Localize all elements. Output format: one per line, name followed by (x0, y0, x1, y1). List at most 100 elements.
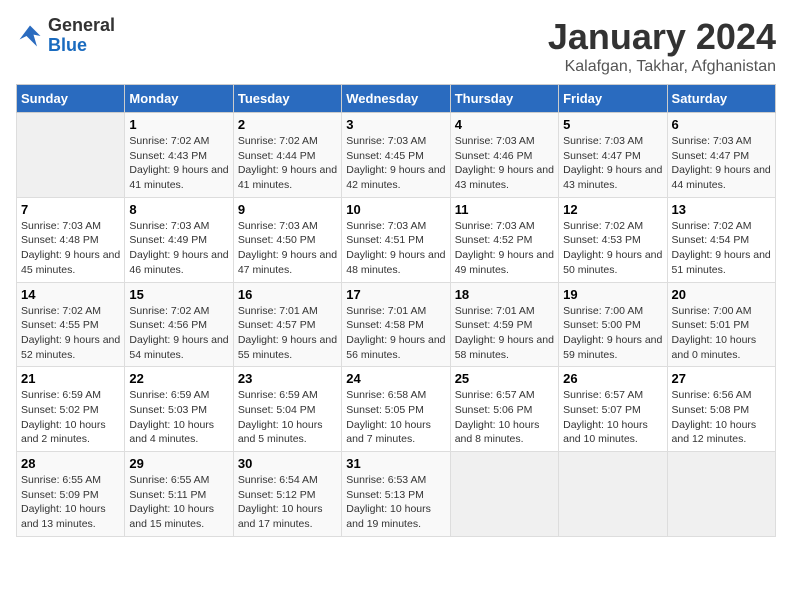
day-info: Sunrise: 7:01 AMSunset: 4:59 PMDaylight:… (455, 304, 554, 363)
day-number: 17 (346, 287, 445, 302)
calendar-cell: 11 Sunrise: 7:03 AMSunset: 4:52 PMDayligh… (450, 197, 558, 282)
calendar-header-row: SundayMondayTuesdayWednesdayThursdayFrid… (17, 85, 776, 113)
logo-blue: Blue (48, 36, 115, 56)
sub-title: Kalafgan, Takhar, Afghanistan (548, 58, 776, 76)
day-number: 26 (563, 371, 662, 386)
day-info: Sunrise: 7:02 AMSunset: 4:44 PMDaylight:… (238, 134, 337, 193)
calendar-cell: 5 Sunrise: 7:03 AMSunset: 4:47 PMDaylight… (559, 113, 667, 198)
calendar-cell: 16 Sunrise: 7:01 AMSunset: 4:57 PMDayligh… (233, 282, 341, 367)
day-number: 18 (455, 287, 554, 302)
calendar-cell: 20 Sunrise: 7:00 AMSunset: 5:01 PMDayligh… (667, 282, 775, 367)
day-info: Sunrise: 7:02 AMSunset: 4:43 PMDaylight:… (129, 134, 228, 193)
title-block: January 2024 Kalafgan, Takhar, Afghanist… (548, 16, 776, 76)
day-number: 2 (238, 117, 337, 132)
day-info: Sunrise: 6:59 AMSunset: 5:03 PMDaylight:… (129, 388, 228, 447)
day-number: 22 (129, 371, 228, 386)
calendar-week-row: 7 Sunrise: 7:03 AMSunset: 4:48 PMDaylight… (17, 197, 776, 282)
day-info: Sunrise: 7:03 AMSunset: 4:47 PMDaylight:… (672, 134, 771, 193)
day-number: 10 (346, 202, 445, 217)
day-number: 14 (21, 287, 120, 302)
calendar-cell: 15Sunrise: 7:02 AMSunset: 4:56 PMDayligh… (125, 282, 233, 367)
day-number: 8 (129, 202, 228, 217)
calendar-cell: 28 Sunrise: 6:55 AMSunset: 5:09 PMDayligh… (17, 452, 125, 537)
calendar-cell: 7 Sunrise: 7:03 AMSunset: 4:48 PMDaylight… (17, 197, 125, 282)
day-info: Sunrise: 7:03 AMSunset: 4:51 PMDaylight:… (346, 219, 445, 278)
day-info: Sunrise: 7:03 AMSunset: 4:45 PMDaylight:… (346, 134, 445, 193)
calendar-cell: 8 Sunrise: 7:03 AMSunset: 4:49 PMDaylight… (125, 197, 233, 282)
calendar-cell: 31 Sunrise: 6:53 AMSunset: 5:13 PMDayligh… (342, 452, 450, 537)
calendar-cell: 24 Sunrise: 6:58 AMSunset: 5:05 PMDayligh… (342, 367, 450, 452)
day-number: 23 (238, 371, 337, 386)
day-number: 16 (238, 287, 337, 302)
day-number: 1 (129, 117, 228, 132)
column-header-saturday: Saturday (667, 85, 775, 113)
day-info: Sunrise: 7:03 AMSunset: 4:49 PMDaylight:… (129, 219, 228, 278)
calendar-cell: 3Sunrise: 7:03 AMSunset: 4:45 PMDaylight… (342, 113, 450, 198)
logo-general: General (48, 16, 115, 36)
day-number: 4 (455, 117, 554, 132)
day-info: Sunrise: 7:03 AMSunset: 4:52 PMDaylight:… (455, 219, 554, 278)
day-number: 24 (346, 371, 445, 386)
day-number: 19 (563, 287, 662, 302)
calendar-cell (17, 113, 125, 198)
day-info: Sunrise: 6:54 AMSunset: 5:12 PMDaylight:… (238, 473, 337, 532)
day-info: Sunrise: 7:03 AMSunset: 4:48 PMDaylight:… (21, 219, 120, 278)
day-info: Sunrise: 6:55 AMSunset: 5:09 PMDaylight:… (21, 473, 120, 532)
column-header-monday: Monday (125, 85, 233, 113)
day-info: Sunrise: 6:59 AMSunset: 5:02 PMDaylight:… (21, 388, 120, 447)
calendar-cell: 1 Sunrise: 7:02 AMSunset: 4:43 PMDaylight… (125, 113, 233, 198)
calendar-cell: 27 Sunrise: 6:56 AMSunset: 5:08 PMDayligh… (667, 367, 775, 452)
day-number: 20 (672, 287, 771, 302)
day-info: Sunrise: 6:59 AMSunset: 5:04 PMDaylight:… (238, 388, 337, 447)
calendar-week-row: 1 Sunrise: 7:02 AMSunset: 4:43 PMDaylight… (17, 113, 776, 198)
column-header-sunday: Sunday (17, 85, 125, 113)
day-info: Sunrise: 6:55 AMSunset: 5:11 PMDaylight:… (129, 473, 228, 532)
column-header-thursday: Thursday (450, 85, 558, 113)
calendar-cell: 25 Sunrise: 6:57 AMSunset: 5:06 PMDayligh… (450, 367, 558, 452)
day-number: 27 (672, 371, 771, 386)
day-info: Sunrise: 6:53 AMSunset: 5:13 PMDaylight:… (346, 473, 445, 532)
logo: General Blue (16, 16, 115, 56)
day-info: Sunrise: 6:56 AMSunset: 5:08 PMDaylight:… (672, 388, 771, 447)
day-info: Sunrise: 7:00 AMSunset: 5:01 PMDaylight:… (672, 304, 771, 363)
column-header-tuesday: Tuesday (233, 85, 341, 113)
calendar-cell: 19 Sunrise: 7:00 AMSunset: 5:00 PMDayligh… (559, 282, 667, 367)
main-title: January 2024 (548, 16, 776, 58)
day-info: Sunrise: 7:02 AMSunset: 4:53 PMDaylight:… (563, 219, 662, 278)
day-info: Sunrise: 7:01 AMSunset: 4:58 PMDaylight:… (346, 304, 445, 363)
calendar-week-row: 14Sunrise: 7:02 AMSunset: 4:55 PMDayligh… (17, 282, 776, 367)
calendar-cell (667, 452, 775, 537)
day-number: 28 (21, 456, 120, 471)
day-number: 12 (563, 202, 662, 217)
logo-icon (16, 22, 44, 50)
day-number: 9 (238, 202, 337, 217)
day-number: 13 (672, 202, 771, 217)
day-number: 30 (238, 456, 337, 471)
calendar-cell: 29 Sunrise: 6:55 AMSunset: 5:11 PMDayligh… (125, 452, 233, 537)
day-number: 25 (455, 371, 554, 386)
calendar-cell: 4 Sunrise: 7:03 AMSunset: 4:46 PMDaylight… (450, 113, 558, 198)
day-number: 5 (563, 117, 662, 132)
day-number: 11 (455, 202, 554, 217)
calendar-cell (559, 452, 667, 537)
day-info: Sunrise: 7:01 AMSunset: 4:57 PMDaylight:… (238, 304, 337, 363)
day-info: Sunrise: 7:00 AMSunset: 5:00 PMDaylight:… (563, 304, 662, 363)
column-header-wednesday: Wednesday (342, 85, 450, 113)
logo-text: General Blue (48, 16, 115, 56)
day-info: Sunrise: 6:58 AMSunset: 5:05 PMDaylight:… (346, 388, 445, 447)
day-info: Sunrise: 6:57 AMSunset: 5:07 PMDaylight:… (563, 388, 662, 447)
day-number: 15 (129, 287, 228, 302)
calendar-cell: 22 Sunrise: 6:59 AMSunset: 5:03 PMDayligh… (125, 367, 233, 452)
day-info: Sunrise: 7:03 AMSunset: 4:47 PMDaylight:… (563, 134, 662, 193)
day-number: 31 (346, 456, 445, 471)
day-number: 29 (129, 456, 228, 471)
calendar-cell: 23 Sunrise: 6:59 AMSunset: 5:04 PMDayligh… (233, 367, 341, 452)
day-info: Sunrise: 7:03 AMSunset: 4:46 PMDaylight:… (455, 134, 554, 193)
day-info: Sunrise: 6:57 AMSunset: 5:06 PMDaylight:… (455, 388, 554, 447)
calendar-week-row: 21Sunrise: 6:59 AMSunset: 5:02 PMDayligh… (17, 367, 776, 452)
day-info: Sunrise: 7:03 AMSunset: 4:50 PMDaylight:… (238, 219, 337, 278)
calendar-cell: 12 Sunrise: 7:02 AMSunset: 4:53 PMDayligh… (559, 197, 667, 282)
day-number: 7 (21, 202, 120, 217)
day-info: Sunrise: 7:02 AMSunset: 4:54 PMDaylight:… (672, 219, 771, 278)
day-number: 6 (672, 117, 771, 132)
